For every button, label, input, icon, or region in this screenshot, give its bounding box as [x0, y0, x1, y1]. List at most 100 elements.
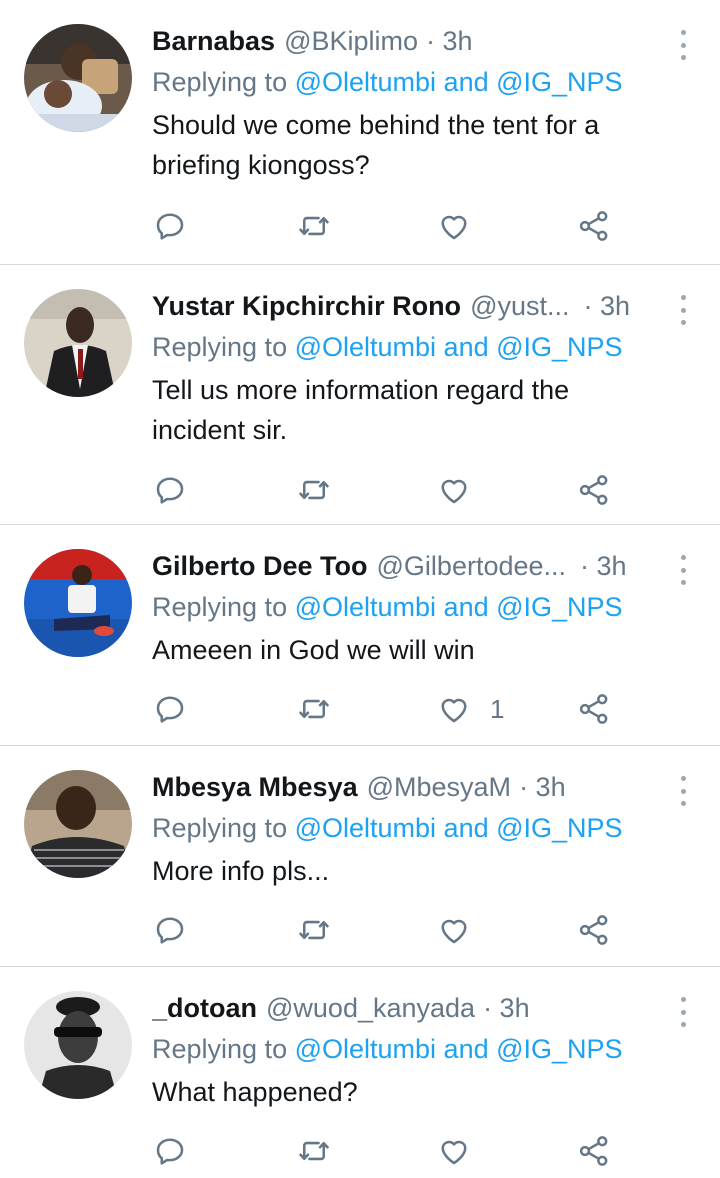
avatar[interactable] — [24, 991, 132, 1099]
more-vertical-icon[interactable] — [674, 30, 692, 60]
share-icon — [579, 475, 608, 505]
heart-icon — [441, 698, 467, 723]
heart-icon — [441, 215, 467, 240]
mention-link[interactable]: @Oleltumbi — [295, 813, 436, 843]
replying-to: Replying to @Oleltumbi and @IG_NPS — [152, 1029, 660, 1069]
retweet-button[interactable] — [296, 687, 332, 731]
timestamp[interactable]: · 3h — [584, 285, 631, 327]
reply-icon — [156, 477, 184, 504]
reply-icon — [156, 696, 184, 723]
replying-label: Replying to — [152, 1034, 295, 1064]
mention-and: and — [436, 1034, 497, 1064]
replying-label: Replying to — [152, 332, 295, 362]
replying-to: Replying to @Oleltumbi and @IG_NPS — [152, 808, 660, 848]
replying-to: Replying to @Oleltumbi and @IG_NPS — [152, 62, 660, 102]
display-name[interactable]: Mbesya Mbesya — [152, 766, 358, 808]
avatar[interactable] — [24, 24, 132, 132]
like-button[interactable] — [436, 204, 490, 248]
like-button[interactable]: 1 — [436, 687, 504, 731]
display-name[interactable]: Yustar Kipchirchir Rono — [152, 285, 461, 327]
reply-button[interactable] — [152, 908, 188, 952]
mention-link[interactable]: @Oleltumbi — [295, 67, 436, 97]
heart-icon — [441, 479, 467, 504]
reply-button[interactable] — [152, 468, 188, 512]
tweet-text: More info pls... — [152, 856, 330, 886]
avatar[interactable] — [24, 770, 132, 878]
mention-and: and — [436, 332, 497, 362]
user-handle[interactable]: @Gilbertodee... — [377, 545, 567, 587]
tweet-actions — [152, 1129, 632, 1173]
heart-icon — [441, 919, 467, 944]
more-vertical-icon[interactable] — [674, 997, 692, 1027]
reply-button[interactable] — [152, 204, 188, 248]
user-handle[interactable]: @yust... — [470, 285, 569, 327]
more-vertical-icon[interactable] — [674, 776, 692, 806]
tweet-card[interactable]: Barnabas @BKiplimo · 3h Replying to @Ole… — [0, 0, 720, 264]
tweet-card[interactable]: Mbesya Mbesya @MbesyaM · 3h Replying to … — [0, 745, 720, 966]
avatar[interactable] — [24, 549, 132, 657]
replying-to: Replying to @Oleltumbi and @IG_NPS — [152, 327, 660, 367]
mention-and: and — [436, 67, 497, 97]
retweet-button[interactable] — [296, 1129, 332, 1173]
share-button[interactable] — [576, 687, 612, 731]
share-button[interactable] — [576, 468, 612, 512]
retweet-icon — [299, 1141, 329, 1161]
replying-label: Replying to — [152, 67, 295, 97]
avatar[interactable] — [24, 289, 132, 397]
tweet-actions: 1 — [152, 687, 632, 731]
tweet-actions — [152, 204, 632, 248]
replying-to: Replying to @Oleltumbi and @IG_NPS — [152, 587, 660, 627]
retweet-button[interactable] — [296, 908, 332, 952]
tweet-card[interactable]: Gilberto Dee Too @Gilbertodee... · 3h Re… — [0, 524, 720, 745]
tweet-actions — [152, 908, 632, 952]
tweet-text: Should we come behind the tent for a bri… — [152, 110, 600, 180]
share-button[interactable] — [576, 204, 612, 248]
timestamp[interactable]: · 3h — [580, 545, 627, 587]
tweet-text: Ameeen in God we will win — [152, 635, 475, 665]
like-button[interactable] — [436, 908, 490, 952]
like-button[interactable] — [436, 1129, 490, 1173]
tweet-card[interactable]: _dotoan @wuod_kanyada · 3h Replying to @… — [0, 966, 720, 1178]
timestamp[interactable]: · 3h — [426, 20, 473, 62]
mention-link[interactable]: @Oleltumbi — [295, 592, 436, 622]
reply-icon — [156, 1138, 184, 1165]
replying-label: Replying to — [152, 592, 295, 622]
share-icon — [579, 1136, 608, 1166]
mention-link[interactable]: @Oleltumbi — [295, 1034, 436, 1064]
tweet-card[interactable]: Yustar Kipchirchir Rono @yust... · 3h Re… — [0, 264, 720, 524]
replying-label: Replying to — [152, 813, 295, 843]
mention-and: and — [436, 813, 497, 843]
share-icon — [579, 211, 608, 241]
share-button[interactable] — [576, 1129, 612, 1173]
mention-link[interactable]: @Oleltumbi — [295, 332, 436, 362]
share-icon — [579, 915, 608, 945]
replies-feed: Barnabas @BKiplimo · 3h Replying to @Ole… — [0, 0, 720, 1178]
timestamp[interactable]: · 3h — [519, 766, 566, 808]
reply-button[interactable] — [152, 1129, 188, 1173]
share-button[interactable] — [576, 908, 612, 952]
display-name[interactable]: Barnabas — [152, 20, 275, 62]
mention-link[interactable]: @IG_NPS — [496, 1034, 622, 1064]
more-vertical-icon[interactable] — [674, 555, 692, 585]
retweet-button[interactable] — [296, 468, 332, 512]
reply-icon — [156, 213, 184, 240]
mention-link[interactable]: @IG_NPS — [496, 67, 622, 97]
retweet-button[interactable] — [296, 204, 332, 248]
like-button[interactable] — [436, 468, 490, 512]
display-name[interactable]: _dotoan — [152, 987, 257, 1029]
share-icon — [579, 694, 608, 724]
like-count: 1 — [490, 693, 505, 724]
user-handle[interactable]: @wuod_kanyada — [266, 987, 475, 1029]
more-vertical-icon[interactable] — [674, 295, 692, 325]
reply-icon — [156, 917, 184, 944]
user-handle[interactable]: @BKiplimo — [284, 20, 418, 62]
display-name[interactable]: Gilberto Dee Too — [152, 545, 368, 587]
mention-link[interactable]: @IG_NPS — [496, 813, 622, 843]
mention-link[interactable]: @IG_NPS — [496, 592, 622, 622]
timestamp[interactable]: · 3h — [483, 987, 530, 1029]
tweet-actions — [152, 468, 632, 512]
mention-link[interactable]: @IG_NPS — [496, 332, 622, 362]
user-handle[interactable]: @MbesyaM — [367, 766, 511, 808]
reply-button[interactable] — [152, 687, 188, 731]
retweet-icon — [299, 920, 329, 940]
